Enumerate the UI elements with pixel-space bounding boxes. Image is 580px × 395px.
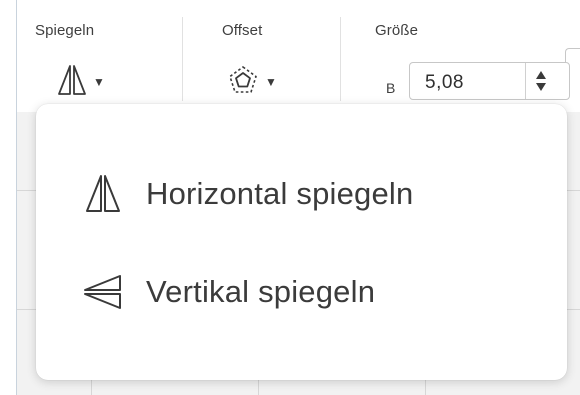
- toolbar-divider: [340, 17, 341, 101]
- width-prefix-label: B: [386, 80, 396, 96]
- edit-toolbar: Spiegeln ▼ Offset ▼ Größe B 5,08: [17, 0, 580, 112]
- menu-item-label: Vertikal spiegeln: [146, 274, 376, 309]
- mirror-button[interactable]: ▼: [57, 62, 105, 102]
- mirror-group-label: Spiegeln: [35, 22, 95, 39]
- offset-icon: [227, 64, 259, 101]
- mirror-dropdown-menu: Horizontal spiegeln Vertikal spiegeln: [36, 104, 567, 380]
- stepper-up-icon[interactable]: [536, 71, 546, 79]
- chevron-down-icon: ▼: [93, 75, 105, 89]
- height-input[interactable]: [565, 48, 580, 63]
- mirror-icon: [57, 63, 87, 102]
- width-stepper[interactable]: [525, 63, 556, 99]
- width-input[interactable]: 5,08: [409, 62, 570, 100]
- menu-item-label: Horizontal spiegeln: [146, 176, 414, 211]
- size-group-label: Größe: [375, 22, 419, 39]
- flip-vertical-icon: [82, 271, 124, 313]
- offset-button[interactable]: ▼: [227, 62, 277, 102]
- menu-item-flip-horizontal[interactable]: Horizontal spiegeln: [82, 164, 413, 224]
- offset-group-label: Offset: [222, 22, 263, 39]
- stepper-down-icon[interactable]: [536, 83, 546, 91]
- flip-horizontal-icon: [82, 173, 124, 215]
- menu-item-flip-vertical[interactable]: Vertikal spiegeln: [82, 262, 375, 322]
- toolbar-divider: [182, 17, 183, 101]
- width-value[interactable]: 5,08: [425, 72, 464, 94]
- chevron-down-icon: ▼: [265, 75, 277, 89]
